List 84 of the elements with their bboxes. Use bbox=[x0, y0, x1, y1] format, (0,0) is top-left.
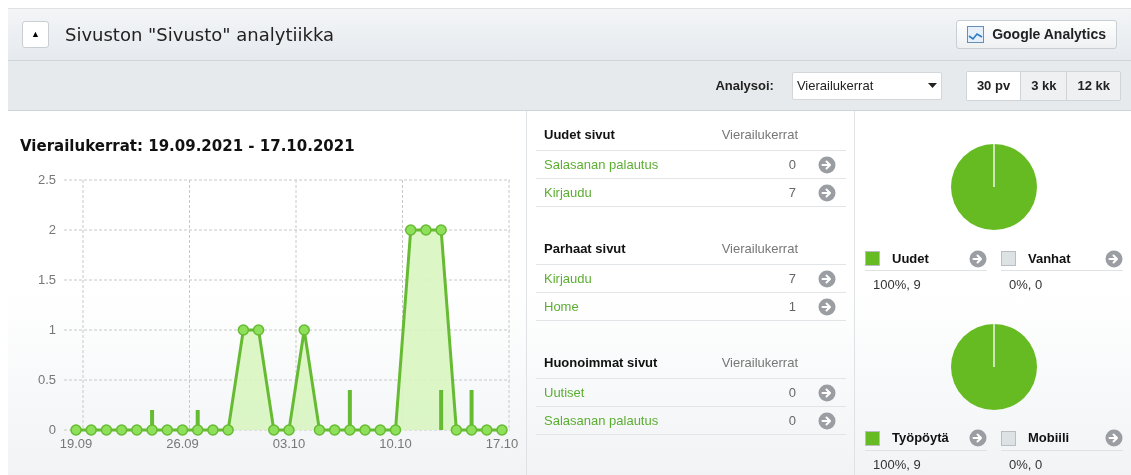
arrow-right-icon[interactable] bbox=[969, 249, 987, 268]
data-point bbox=[146, 423, 158, 436]
y-tick-label: 2.5 bbox=[37, 171, 56, 187]
x-tick-label: 19.09 bbox=[59, 435, 93, 451]
data-point bbox=[252, 323, 265, 336]
arrow-right-icon[interactable] bbox=[818, 383, 836, 402]
data-point bbox=[404, 223, 417, 236]
period-tab[interactable]: 3 kk bbox=[1020, 71, 1067, 100]
legend-label: Vanhat bbox=[1028, 249, 1072, 268]
data-point bbox=[191, 423, 204, 436]
data-point bbox=[450, 423, 463, 436]
column-header: Vierailukerrat bbox=[721, 125, 798, 144]
x-tick-label: 17.10 bbox=[485, 435, 519, 451]
arrow-right-icon[interactable] bbox=[818, 269, 836, 288]
arrow-right-icon[interactable] bbox=[818, 155, 836, 174]
table-heading: Parhaat sivut bbox=[544, 239, 627, 258]
legend-label: Uudet bbox=[892, 249, 930, 268]
data-point bbox=[176, 423, 189, 436]
data-point bbox=[207, 423, 219, 436]
data-point bbox=[85, 423, 97, 436]
data-point bbox=[268, 423, 280, 436]
data-point bbox=[161, 423, 174, 436]
data-point bbox=[389, 423, 402, 436]
data-point bbox=[374, 423, 387, 436]
collapse-button[interactable]: ▲ bbox=[22, 21, 49, 48]
data-point bbox=[131, 423, 143, 436]
event-marker bbox=[439, 389, 444, 430]
legend-value: 100%, 9 bbox=[872, 276, 922, 294]
table-heading: Huonoimmat sivut bbox=[544, 353, 659, 372]
data-point bbox=[359, 423, 371, 436]
visit-count: 1 bbox=[788, 297, 796, 316]
arrow-right-icon[interactable] bbox=[1105, 249, 1123, 268]
panel-title: Sivuston "Sivusto" analytiikka bbox=[65, 23, 335, 47]
data-point bbox=[100, 423, 113, 436]
data-point bbox=[237, 323, 250, 336]
x-tick-label: 26.09 bbox=[166, 435, 199, 451]
data-point bbox=[328, 423, 341, 436]
x-tick-label: 10.10 bbox=[379, 435, 412, 451]
table-heading: Uudet sivut bbox=[544, 125, 616, 144]
legend-label: Työpöytä bbox=[892, 429, 950, 448]
arrow-right-icon[interactable] bbox=[818, 297, 836, 316]
google-analytics-button[interactable]: Google Analytics bbox=[956, 20, 1117, 49]
visit-count: 7 bbox=[788, 183, 796, 202]
visit-count: 0 bbox=[788, 383, 796, 402]
legend-value: 0%, 0 bbox=[1008, 455, 1044, 474]
period-tab[interactable]: 12 kk bbox=[1066, 71, 1120, 100]
legend-label: Mobiili bbox=[1028, 429, 1071, 448]
data-point bbox=[222, 423, 234, 436]
arrow-right-icon[interactable] bbox=[818, 183, 836, 202]
arrow-right-icon[interactable] bbox=[818, 411, 836, 430]
x-tick-label: 03.10 bbox=[272, 435, 306, 451]
legend-value: 100%, 9 bbox=[872, 455, 922, 474]
arrow-right-icon[interactable] bbox=[969, 429, 987, 447]
pie-needle bbox=[993, 322, 995, 368]
chart-title: Vierailukerrat: 19.09.2021 - 17.10.2021 bbox=[20, 136, 356, 157]
line-chart-icon bbox=[967, 26, 985, 43]
visit-count: 7 bbox=[788, 269, 796, 288]
arrow-right-icon[interactable] bbox=[1105, 429, 1123, 447]
data-point bbox=[435, 223, 447, 236]
pie-needle bbox=[993, 143, 995, 188]
data-point bbox=[283, 423, 295, 436]
period-tab[interactable]: 30 pv bbox=[966, 71, 1021, 100]
legend-value: 0%, 0 bbox=[1008, 276, 1044, 294]
data-point bbox=[298, 323, 310, 336]
dropdown-caret-icon bbox=[927, 83, 937, 88]
data-point bbox=[70, 423, 82, 436]
y-tick-label: 1.5 bbox=[37, 271, 56, 287]
data-point bbox=[420, 223, 432, 236]
data-point bbox=[496, 423, 508, 436]
data-point bbox=[313, 423, 326, 436]
column-header: Vierailukerrat bbox=[721, 353, 798, 372]
data-point bbox=[115, 423, 128, 436]
y-tick-label: 0.5 bbox=[37, 371, 56, 387]
analyze-label: Analysoi: bbox=[715, 76, 774, 95]
y-tick-label: 2 bbox=[48, 221, 56, 237]
column-header: Vierailukerrat bbox=[721, 239, 798, 258]
data-point bbox=[344, 423, 356, 436]
visit-count: 0 bbox=[788, 411, 796, 430]
visit-count: 0 bbox=[788, 155, 796, 174]
y-tick-label: 1 bbox=[48, 321, 56, 337]
data-point bbox=[481, 423, 493, 436]
data-point bbox=[465, 423, 478, 436]
y-tick-label: 0 bbox=[48, 421, 56, 437]
metric-select[interactable]: Vierailukerrat bbox=[791, 71, 942, 100]
